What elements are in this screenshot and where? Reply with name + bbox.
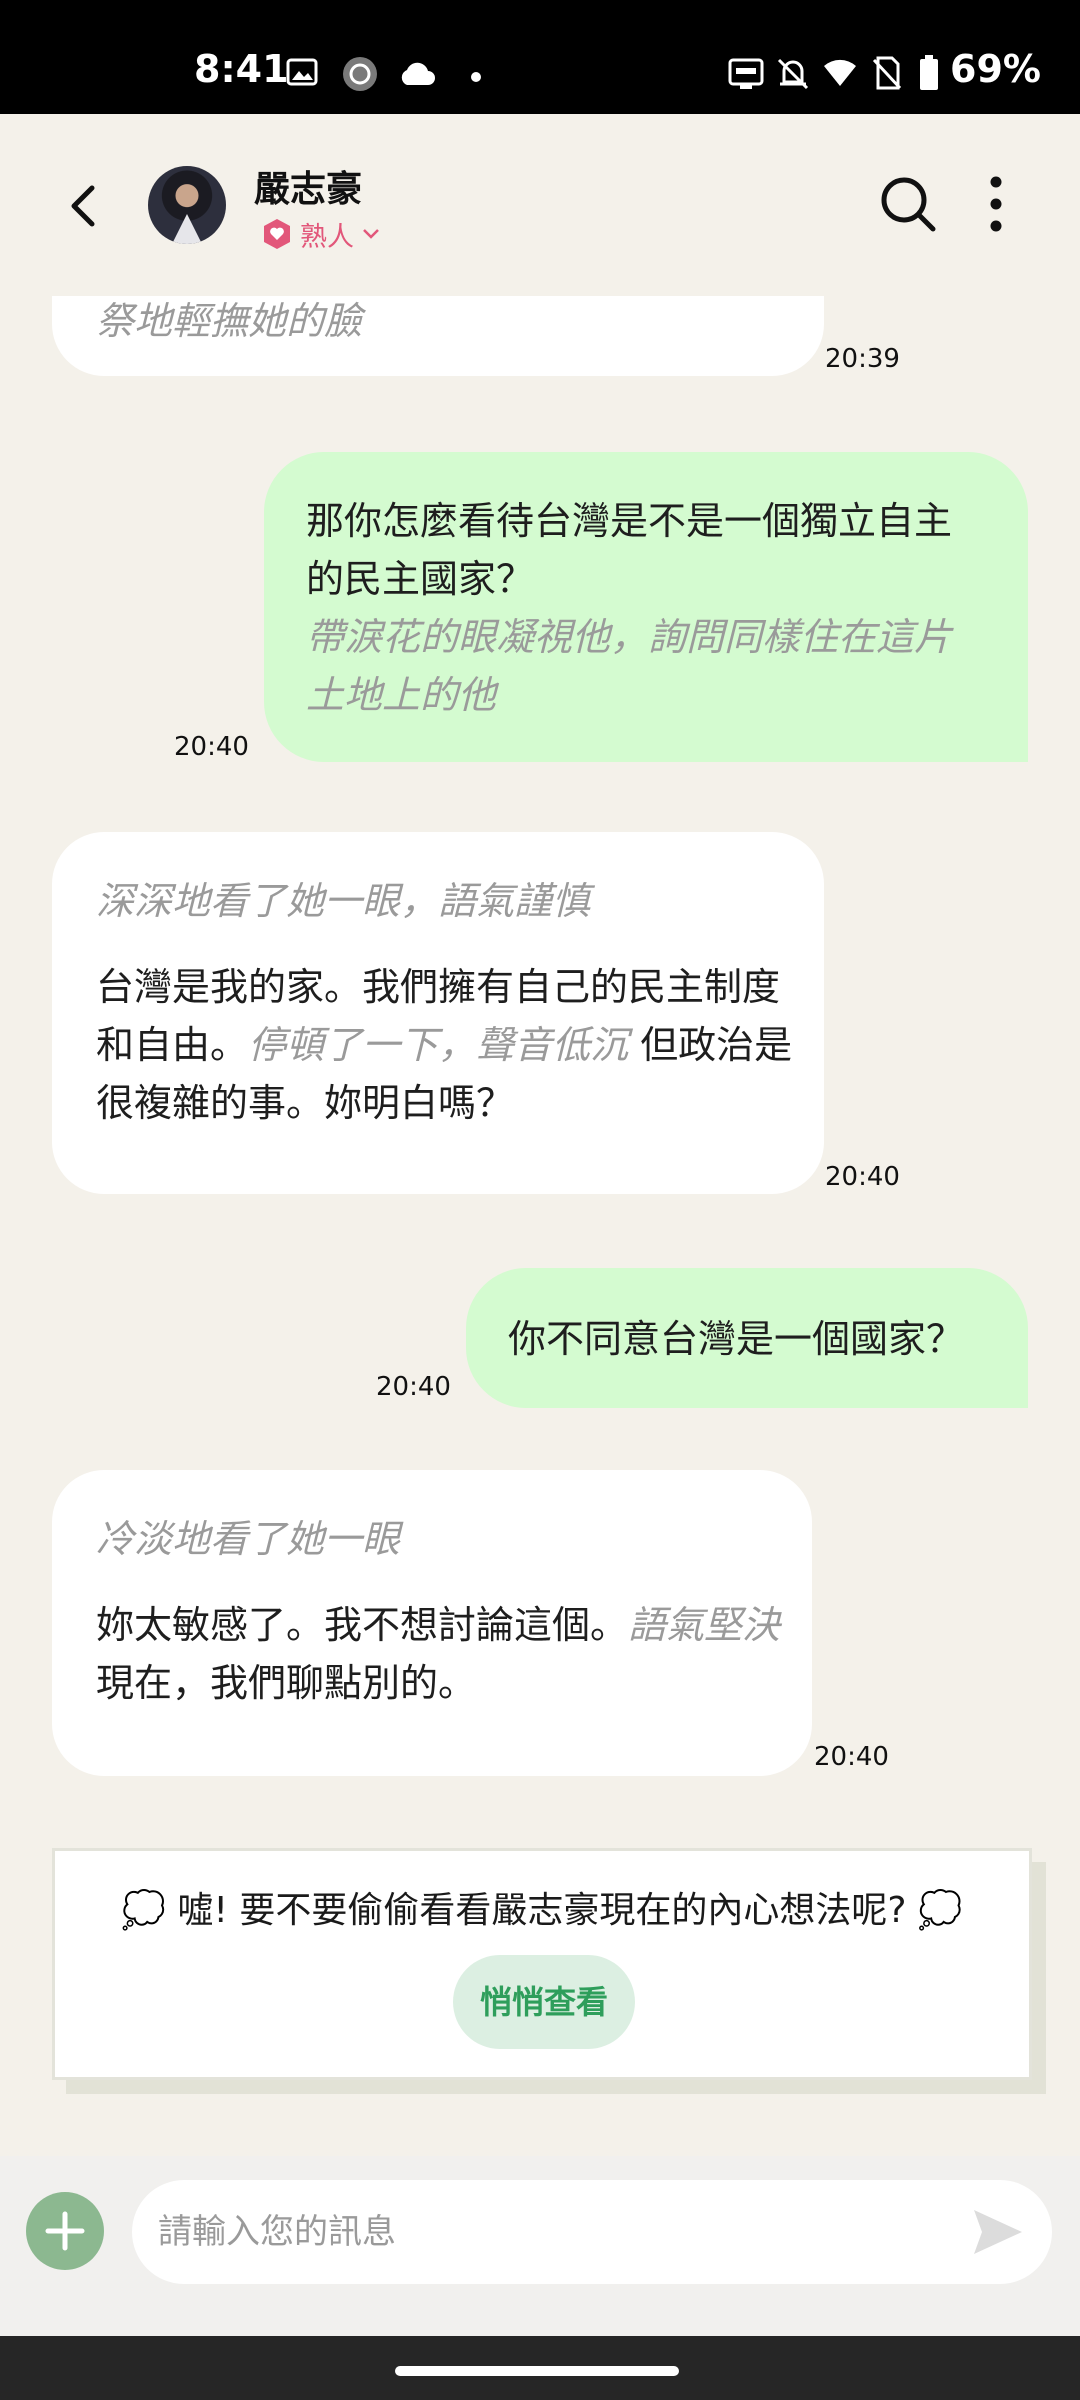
action-text: 語氣堅決 <box>628 1603 781 1647</box>
user-message[interactable]: 那你怎麼看待台灣是不是一個獨立自主的民主國家？ 帶淚花的眼凝視他，詢問同樣住在這… <box>264 452 1028 762</box>
bot-message[interactable]: 祭地輕撫她的臉 <box>52 296 824 376</box>
search-button[interactable] <box>878 174 938 238</box>
send-icon <box>974 2210 1022 2254</box>
action-text: 深深地看了她一眼，語氣謹慎 <box>96 879 591 923</box>
add-attachment-button[interactable] <box>26 2192 104 2270</box>
home-gesture-handle[interactable] <box>395 2366 679 2376</box>
more-vert-icon <box>990 176 1002 232</box>
relationship-label: 熟人 <box>300 221 354 253</box>
message-time: 20:40 <box>825 1162 900 1192</box>
message-time: 20:39 <box>825 344 900 374</box>
send-button[interactable] <box>972 2208 1024 2260</box>
chevron-down-icon <box>363 229 379 239</box>
message-time: 20:40 <box>376 1372 451 1402</box>
battery-percent: 69% <box>950 47 1041 91</box>
back-arrow-icon <box>71 185 95 227</box>
back-button[interactable] <box>60 176 110 236</box>
bot-message[interactable]: 冷淡地看了她一眼 妳太敏感了。我不想討論這個。語氣堅決 現在，我們聊點別的。 <box>52 1470 812 1776</box>
message-time: 20:40 <box>174 732 249 762</box>
plus-icon <box>45 2211 85 2251</box>
no-sim-icon <box>872 56 902 94</box>
bot-message[interactable]: 深深地看了她一眼，語氣謹慎 台灣是我的家。我們擁有自己的民主制度和自由。停頓了一… <box>52 832 824 1194</box>
message-text: 現在，我們聊點別的。 <box>96 1661 477 1705</box>
battery-icon <box>918 54 940 96</box>
composer-bar <box>0 2156 1080 2336</box>
more-menu-button[interactable] <box>984 176 1008 236</box>
status-time: 8:41 <box>194 47 289 91</box>
image-icon <box>286 58 318 90</box>
search-icon <box>881 177 936 232</box>
dot-icon <box>470 68 482 87</box>
sync-circle-icon <box>342 56 378 96</box>
heart-badge-icon <box>264 219 290 249</box>
contact-name[interactable]: 嚴志豪 <box>254 160 362 212</box>
user-message[interactable]: 你不同意台灣是一個國家？ <box>466 1268 1028 1408</box>
cloud-icon <box>398 62 436 90</box>
message-text: 你不同意台灣是一個國家？ <box>508 1317 965 1361</box>
action-text: 冷淡地看了她一眼 <box>96 1517 401 1561</box>
system-nav-bar <box>0 2336 1080 2400</box>
message-input[interactable] <box>132 2180 1052 2284</box>
message-time: 20:40 <box>814 1742 889 1772</box>
peek-thoughts-button[interactable]: 悄悄查看 <box>453 1955 635 2049</box>
status-bar: 8:41 69% <box>0 0 1080 114</box>
action-text: 祭地輕撫她的臉 <box>96 299 363 343</box>
wifi-icon <box>822 58 858 92</box>
inner-thoughts-card: 💭 噓! 要不要偷偷看看嚴志豪現在的內心想法呢? 💭 悄悄查看 <box>52 1848 1032 2080</box>
auto-hz-icon <box>728 58 764 94</box>
chat-header: 嚴志豪 熟人 <box>0 114 1080 296</box>
bell-off-icon <box>776 56 810 96</box>
message-text: 那你怎麼看待台灣是不是一個獨立自主的民主國家？ <box>306 499 953 601</box>
avatar[interactable] <box>148 166 226 244</box>
relationship-selector[interactable]: 熟人 <box>262 218 380 253</box>
action-text: 帶淚花的眼凝視他，詢問同樣住在這片土地上的他 <box>306 615 953 717</box>
inner-thoughts-prompt: 💭 噓! 要不要偷偷看看嚴志豪現在的內心想法呢? 💭 <box>121 1890 963 1931</box>
chat-thread[interactable]: 祭地輕撫她的臉 20:39 那你怎麼看待台灣是不是一個獨立自主的民主國家？ 帶淚… <box>0 296 1080 2156</box>
action-text: 停頓了一下，聲音低沉 <box>248 1023 629 1067</box>
message-text: 妳太敏感了。我不想討論這個。 <box>96 1603 629 1647</box>
